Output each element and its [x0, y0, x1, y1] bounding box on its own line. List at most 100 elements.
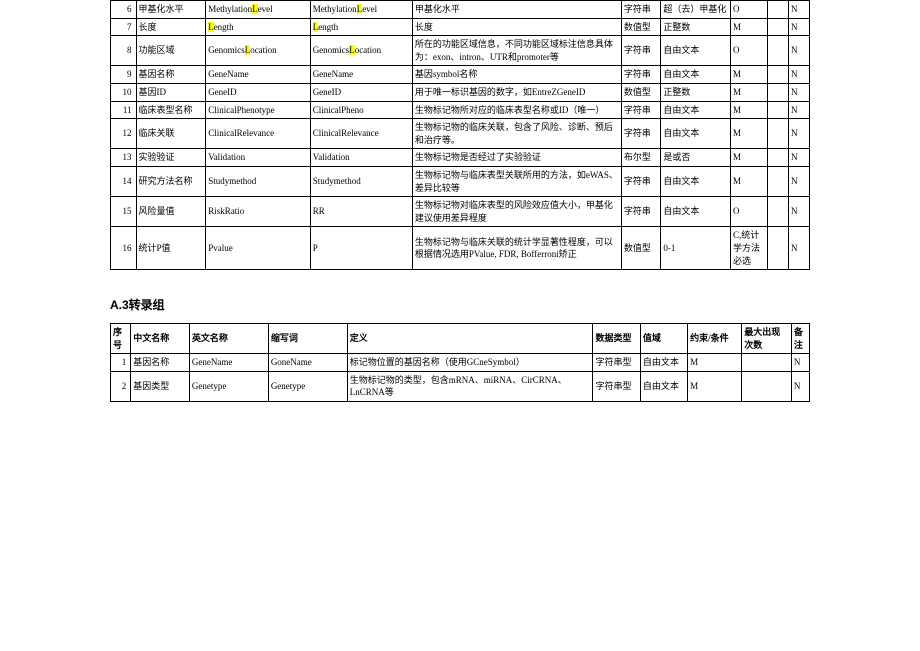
cell: MethylationLevel	[310, 1, 412, 19]
cell: 是或否	[661, 149, 731, 167]
cell: Studymethod	[310, 166, 412, 196]
cell	[768, 166, 789, 196]
cell: 基因类型	[131, 371, 190, 401]
cell: 甲基化水平	[136, 1, 206, 19]
cell: RR	[310, 197, 412, 227]
cell: 标记物位置的基因名称（使用GCneSymbol）	[347, 354, 593, 372]
cell: 长度	[136, 18, 206, 36]
cell	[768, 149, 789, 167]
cell: 生物标记物的临床关联，包含了风险、诊断、预后和治疗等。	[412, 119, 621, 149]
cell	[768, 66, 789, 84]
cell: M	[730, 66, 767, 84]
cell: N	[789, 197, 810, 227]
cell: 自由文本	[661, 166, 731, 196]
col-cn: 中文名称	[131, 324, 190, 354]
cell: 数值型	[621, 83, 660, 101]
cell: GeneName	[189, 354, 268, 372]
cell: 正整数	[661, 83, 731, 101]
cell: M	[730, 166, 767, 196]
col-dtype: 数据类型	[593, 324, 640, 354]
cell: M	[730, 149, 767, 167]
cell	[768, 83, 789, 101]
cell: 临床关联	[136, 119, 206, 149]
cell: 数值型	[621, 18, 660, 36]
cell: M	[730, 18, 767, 36]
cell	[768, 227, 789, 270]
cell	[768, 197, 789, 227]
cell: 8	[111, 36, 137, 66]
cell: Genetype	[268, 371, 347, 401]
cell: M	[730, 83, 767, 101]
col-req: 约束/条件	[688, 324, 742, 354]
cell: 生物标记物所对应的临床表型名称或ID（唯一）	[412, 101, 621, 119]
col-max: 最大出现次数	[742, 324, 792, 354]
cell	[768, 36, 789, 66]
table-row: 6甲基化水平MethylationLevelMethylationLevel甲基…	[111, 1, 810, 19]
cell: Validation	[310, 149, 412, 167]
cell: ClinicalPheno	[310, 101, 412, 119]
cell: 字符串	[621, 101, 660, 119]
cell: 15	[111, 197, 137, 227]
cell: 统计P值	[136, 227, 206, 270]
table-methylation-fields: 6甲基化水平MethylationLevelMethylationLevel甲基…	[110, 0, 810, 270]
cell: Length	[310, 18, 412, 36]
cell: 生物标记物与临床表型关联所用的方法，如eWAS、差异比较等	[412, 166, 621, 196]
table-row: 2基因类型GenetypeGenetype生物标记物的类型，包含mRNA、miR…	[111, 371, 810, 401]
cell: N	[789, 1, 810, 19]
cell: 生物标记物的类型，包含mRNA、miRNA、CirCRNA、LnCRNA等	[347, 371, 593, 401]
cell: N	[789, 83, 810, 101]
cell	[768, 18, 789, 36]
cell: ClinicalRelevance	[206, 119, 311, 149]
cell: 字符串	[621, 66, 660, 84]
cell: 字符串	[621, 166, 660, 196]
cell: Genetype	[189, 371, 268, 401]
cell: 14	[111, 166, 137, 196]
cell: 实验验证	[136, 149, 206, 167]
table-row: 7长度LengthLength长度数值型正整数MN	[111, 18, 810, 36]
cell: M	[688, 354, 742, 372]
cell: N	[789, 119, 810, 149]
cell: N	[791, 371, 809, 401]
cell: 11	[111, 101, 137, 119]
cell: 10	[111, 83, 137, 101]
table-transcriptome-fields: 序号 中文名称 英文名称 缩写词 定义 数据类型 值域 约束/条件 最大出现次数…	[110, 323, 810, 402]
cell: N	[789, 149, 810, 167]
cell: 风险量值	[136, 197, 206, 227]
cell: Validation	[206, 149, 311, 167]
cell: 自由文本	[661, 66, 731, 84]
cell: 13	[111, 149, 137, 167]
section-heading-a3: A.3转录组	[110, 296, 810, 313]
cell: GeneID	[310, 83, 412, 101]
cell: MethylationLevel	[206, 1, 311, 19]
cell: N	[789, 18, 810, 36]
cell: P	[310, 227, 412, 270]
table-row: 8功能区域GenomicsLocationGenomicsLocation所在的…	[111, 36, 810, 66]
cell: O	[730, 1, 767, 19]
cell: 自由文本	[661, 119, 731, 149]
table-row: 1基因名称GeneNameGoneName标记物位置的基因名称（使用GCneSy…	[111, 354, 810, 372]
cell: N	[791, 354, 809, 372]
cell: M	[688, 371, 742, 401]
cell: 自由文本	[661, 101, 731, 119]
cell: Pvalue	[206, 227, 311, 270]
col-seq: 序号	[111, 324, 131, 354]
cell: 自由文本	[640, 354, 687, 372]
cell: 生物标记物对临床表型的风险效应值大小，甲基化建议使用差异程度	[412, 197, 621, 227]
cell: 基因名称	[136, 66, 206, 84]
cell: 16	[111, 227, 137, 270]
cell	[742, 354, 792, 372]
cell: 基因ID	[136, 83, 206, 101]
cell: ClinicalRelevance	[310, 119, 412, 149]
cell: GenomicsLocation	[206, 36, 311, 66]
cell: 2	[111, 371, 131, 401]
cell: 字符串	[621, 119, 660, 149]
cell: 自由文本	[661, 36, 731, 66]
cell: 研究方法名称	[136, 166, 206, 196]
cell: 功能区域	[136, 36, 206, 66]
cell: N	[789, 101, 810, 119]
table-row: 10基因IDGeneIDGeneID用于唯一标识基因的数字，如EntreZGen…	[111, 83, 810, 101]
cell: N	[789, 227, 810, 270]
col-def: 定义	[347, 324, 593, 354]
cell: C,统计学方法必选	[730, 227, 767, 270]
col-note: 备注	[791, 324, 809, 354]
